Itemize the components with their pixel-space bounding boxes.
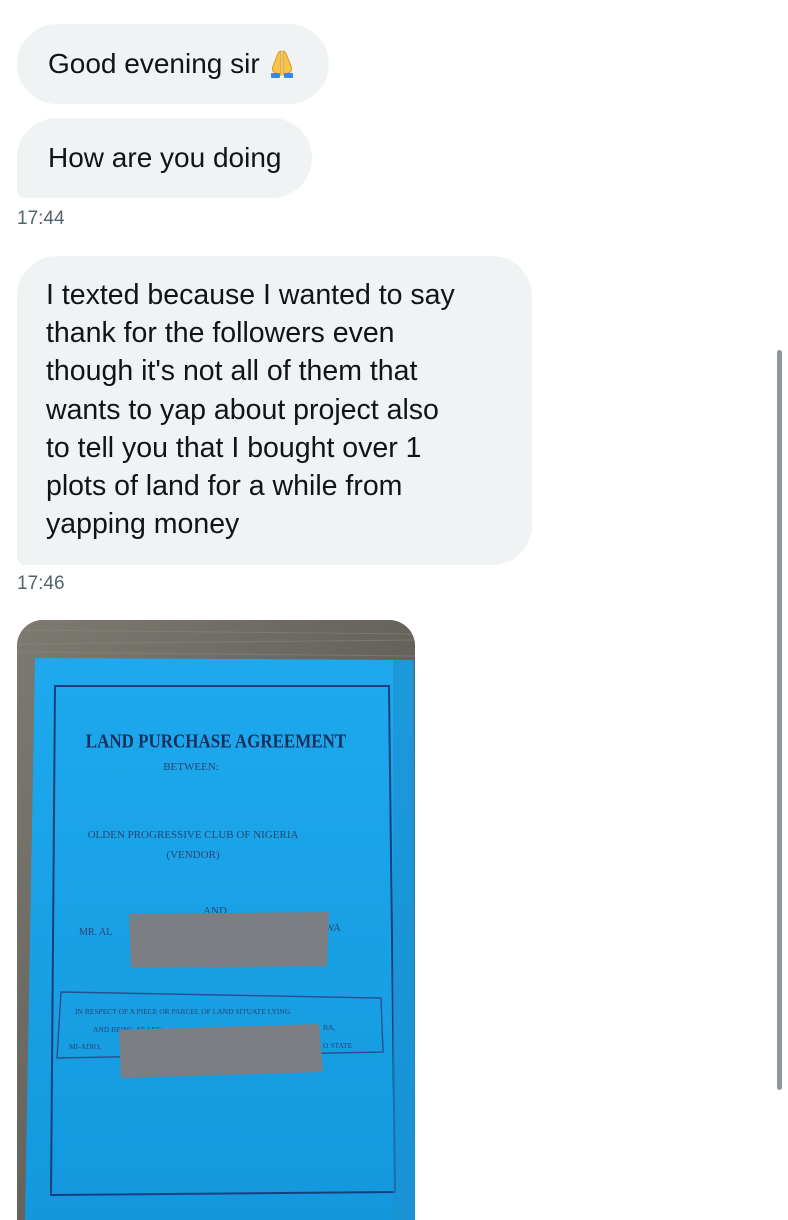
- document-respect-line2-right: BA,: [323, 1023, 335, 1032]
- message-bubble[interactable]: Good evening sir: [17, 24, 329, 104]
- message-text: I texted because I wanted to say thank f…: [46, 279, 455, 541]
- message-timestamp: 17:46: [17, 573, 65, 594]
- document-title: LAND PURCHASE AGREEMENT: [86, 731, 346, 752]
- message-text: How are you doing: [48, 142, 282, 173]
- message-text: Good evening sir: [48, 48, 260, 79]
- document-party2-left: MR. AL: [79, 927, 112, 938]
- document-vendor: (VENDOR): [166, 849, 219, 861]
- message-bubble[interactable]: How are you doing: [17, 118, 313, 198]
- document-respect-line1: IN RESPECT OF A PIECE OR PARCEL OF LAND …: [75, 1007, 291, 1016]
- land-agreement-photo: LAND PURCHASE AGREEMENT BETWEEN: OLDEN P…: [17, 620, 415, 1220]
- message-bubble[interactable]: I texted because I wanted to say thank f…: [17, 256, 532, 566]
- message-timestamp: 17:44: [17, 208, 65, 229]
- folded-hands-icon: [266, 47, 298, 79]
- scrollbar[interactable]: [777, 350, 782, 1090]
- document-party1: OLDEN PROGRESSIVE CLUB OF NIGERIA: [88, 829, 299, 841]
- document-respect-line3-right: O STATE: [323, 1041, 353, 1050]
- redaction-box: [119, 1024, 323, 1078]
- image-attachment[interactable]: LAND PURCHASE AGREEMENT BETWEEN: OLDEN P…: [17, 620, 415, 1220]
- document-respect-line3-left: MI-ADIO,: [69, 1042, 101, 1051]
- redaction-box: [129, 912, 329, 968]
- document-between: BETWEEN:: [163, 761, 219, 773]
